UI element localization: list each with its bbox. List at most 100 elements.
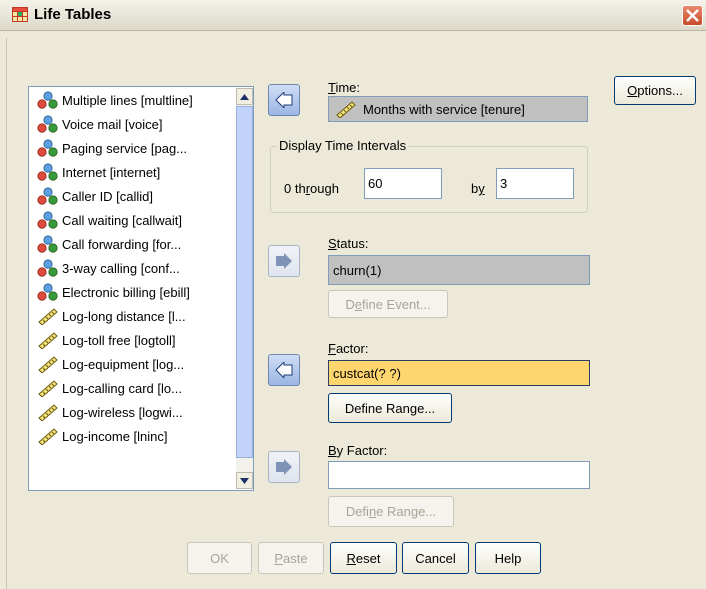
by-input[interactable]: 3 [496,168,574,199]
through-input[interactable]: 60 [364,168,442,199]
list-item-label: Log-wireless [logwi... [62,404,183,420]
cancel-button[interactable]: Cancel [402,542,469,574]
list-item[interactable]: Paging service [pag... [30,136,236,160]
paste-label: Paste [274,550,308,566]
by-factor-define-range-label: Define Range... [345,504,437,519]
variable-list-items: Multiple lines [multline] Voice mail [voi… [30,88,236,448]
scroll-down-button[interactable] [236,472,253,489]
factor-field[interactable]: custcat(? ?) [328,360,590,386]
time-field[interactable]: Months with service [tenure] [328,96,588,122]
triangle-down-icon [240,477,249,484]
status-move-button[interactable] [268,245,300,277]
scale-icon [37,307,59,326]
list-item[interactable]: Caller ID [callid] [30,184,236,208]
vertical-scrollbar[interactable] [236,88,253,489]
table-icon [12,7,28,22]
list-item[interactable]: Log-wireless [logwi... [30,400,236,424]
list-item-label: Call forwarding [for... [62,236,182,252]
by-value: 3 [500,176,508,191]
list-item-label: Log-income [lninc] [62,428,168,444]
scale-icon [37,355,59,374]
nominal-icon [37,187,59,205]
time-value: Months with service [tenure] [363,101,525,117]
list-item[interactable]: Log-income [lninc] [30,424,236,448]
by-factor-move-button[interactable] [268,451,300,483]
triangle-up-icon [240,93,249,100]
list-item[interactable]: Internet [internet] [30,160,236,184]
scale-icon [37,427,59,446]
through-label: 0 through [284,181,339,196]
factor-move-button[interactable] [268,354,300,386]
list-item-label: Caller ID [callid] [62,188,154,204]
list-item[interactable]: Call forwarding [for... [30,232,236,256]
list-item-label: Log-equipment [log... [62,356,185,372]
list-item-label: Log-long distance [l... [62,308,186,324]
list-item[interactable]: 3-way calling [conf... [30,256,236,280]
arrow-right-icon [276,459,292,475]
scale-icon [37,331,59,350]
display-intervals-legend: Display Time Intervals [277,138,409,153]
nominal-icon [37,259,59,277]
list-item-label: Paging service [pag... [62,140,188,156]
ruler-icon [336,101,356,118]
by-factor-field[interactable] [328,461,590,489]
through-value: 60 [368,176,383,191]
arrow-left-icon [275,362,293,378]
list-item-label: Voice mail [voice] [62,116,163,132]
options-label: Options... [627,83,683,98]
list-item-label: 3-way calling [conf... [62,260,180,276]
reset-button[interactable]: Reset [330,542,397,574]
factor-label: Factor: [328,341,369,356]
list-item[interactable]: Voice mail [voice] [30,112,236,136]
factor-value: custcat(? ?) [333,365,401,381]
nominal-icon [37,211,59,229]
list-item[interactable]: Electronic billing [ebill] [30,280,236,304]
close-button[interactable] [682,5,703,26]
list-item[interactable]: Log-toll free [logtoll] [30,328,236,352]
list-item[interactable]: Multiple lines [multline] [30,88,236,112]
list-item-label: Internet [internet] [62,164,161,180]
factor-define-range-label: Define Range... [344,400,436,416]
nominal-icon [37,139,59,157]
variable-list[interactable]: Multiple lines [multline] Voice mail [voi… [28,86,254,491]
options-button[interactable]: Options... [614,76,696,105]
ok-button[interactable]: OK [187,542,252,574]
scale-icon [37,379,59,398]
ok-label: OK [210,550,229,566]
arrow-right-icon [276,253,292,269]
factor-define-range-button[interactable]: Define Range... [328,393,452,423]
status-field[interactable]: churn(1) [328,255,590,285]
title-bar[interactable]: Life Tables [0,0,706,31]
help-label: Help [494,550,522,566]
list-item[interactable]: Log-long distance [l... [30,304,236,328]
window-title: Life Tables [34,6,112,23]
close-icon [686,9,699,22]
nominal-icon [37,115,59,133]
scale-icon [37,403,59,422]
by-label: by [471,181,485,196]
paste-button[interactable]: Paste [258,542,324,574]
status-label: Status: [328,236,369,251]
define-event-button[interactable]: Define Event... [328,290,448,318]
list-item[interactable]: Log-calling card [lo... [30,376,236,400]
reset-label: Reset [346,550,381,566]
help-button[interactable]: Help [475,542,541,574]
time-move-button[interactable] [268,84,300,116]
list-item-label: Call waiting [callwait] [62,212,182,228]
nominal-icon [37,91,59,109]
by-factor-label: By Factor: [328,443,388,458]
list-item[interactable]: Call waiting [callwait] [30,208,236,232]
list-item-label: Electronic billing [ebill] [62,284,190,300]
nominal-icon [37,283,59,301]
life-tables-dialog: Life Tables Multiple lines [multline] Voi… [0,0,706,589]
list-item[interactable]: Log-equipment [log... [30,352,236,376]
scroll-thumb[interactable] [236,106,253,458]
nominal-icon [37,163,59,181]
list-item-label: Multiple lines [multline] [62,92,193,108]
arrow-left-icon [275,92,293,108]
list-item-label: Log-calling card [lo... [62,380,182,396]
scroll-up-button[interactable] [236,88,253,105]
cancel-label: Cancel [415,550,456,566]
by-factor-define-range-button[interactable]: Define Range... [328,496,454,527]
define-event-label: Define Event... [345,296,431,312]
